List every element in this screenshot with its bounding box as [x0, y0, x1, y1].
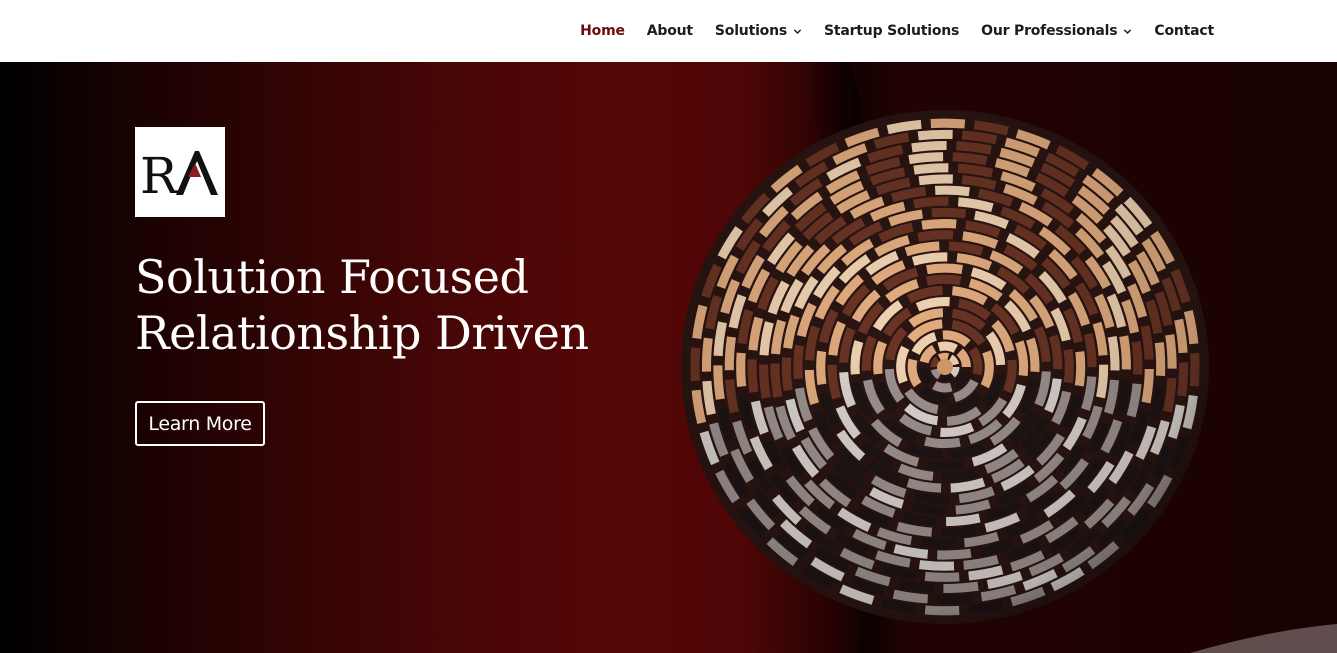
headline-line-2: Relationship Driven: [135, 306, 589, 360]
main-nav: Home About Solutions Startup Solutions O…: [558, 0, 1214, 62]
nav-label: Contact: [1154, 23, 1214, 39]
chevron-down-icon: [793, 28, 802, 34]
site-header: Home About Solutions Startup Solutions O…: [0, 0, 1337, 62]
chevron-down-icon: [1124, 28, 1132, 34]
nav-label: Home: [580, 23, 625, 39]
nav-item-contact[interactable]: Contact: [1154, 23, 1214, 39]
nav-label: Our Professionals: [981, 23, 1118, 39]
nav-label: About: [646, 23, 693, 39]
woven-basket-image: [680, 109, 1210, 625]
nav-label: Startup Solutions: [823, 23, 960, 39]
svg-text:R: R: [140, 147, 179, 205]
headline-line-1: Solution Focused: [135, 250, 529, 304]
hero-headline: Solution Focused Relationship Driven: [135, 249, 695, 361]
nav-item-our-professionals[interactable]: Our Professionals: [981, 23, 1132, 39]
nav-item-solutions[interactable]: Solutions: [715, 23, 802, 39]
woven-basket-graphic: [681, 110, 1209, 624]
learn-more-button[interactable]: Learn More: [135, 401, 265, 446]
nav-item-startup-solutions[interactable]: Startup Solutions: [824, 23, 959, 39]
hero-section: R Solution Focused Relationship Driven L…: [0, 62, 1337, 653]
ra-logo-mark: R: [140, 147, 218, 205]
nav-item-about[interactable]: About: [647, 23, 693, 39]
ra-logo[interactable]: R: [135, 127, 225, 217]
nav-item-home[interactable]: Home: [580, 23, 625, 39]
nav-label: Solutions: [714, 23, 787, 39]
